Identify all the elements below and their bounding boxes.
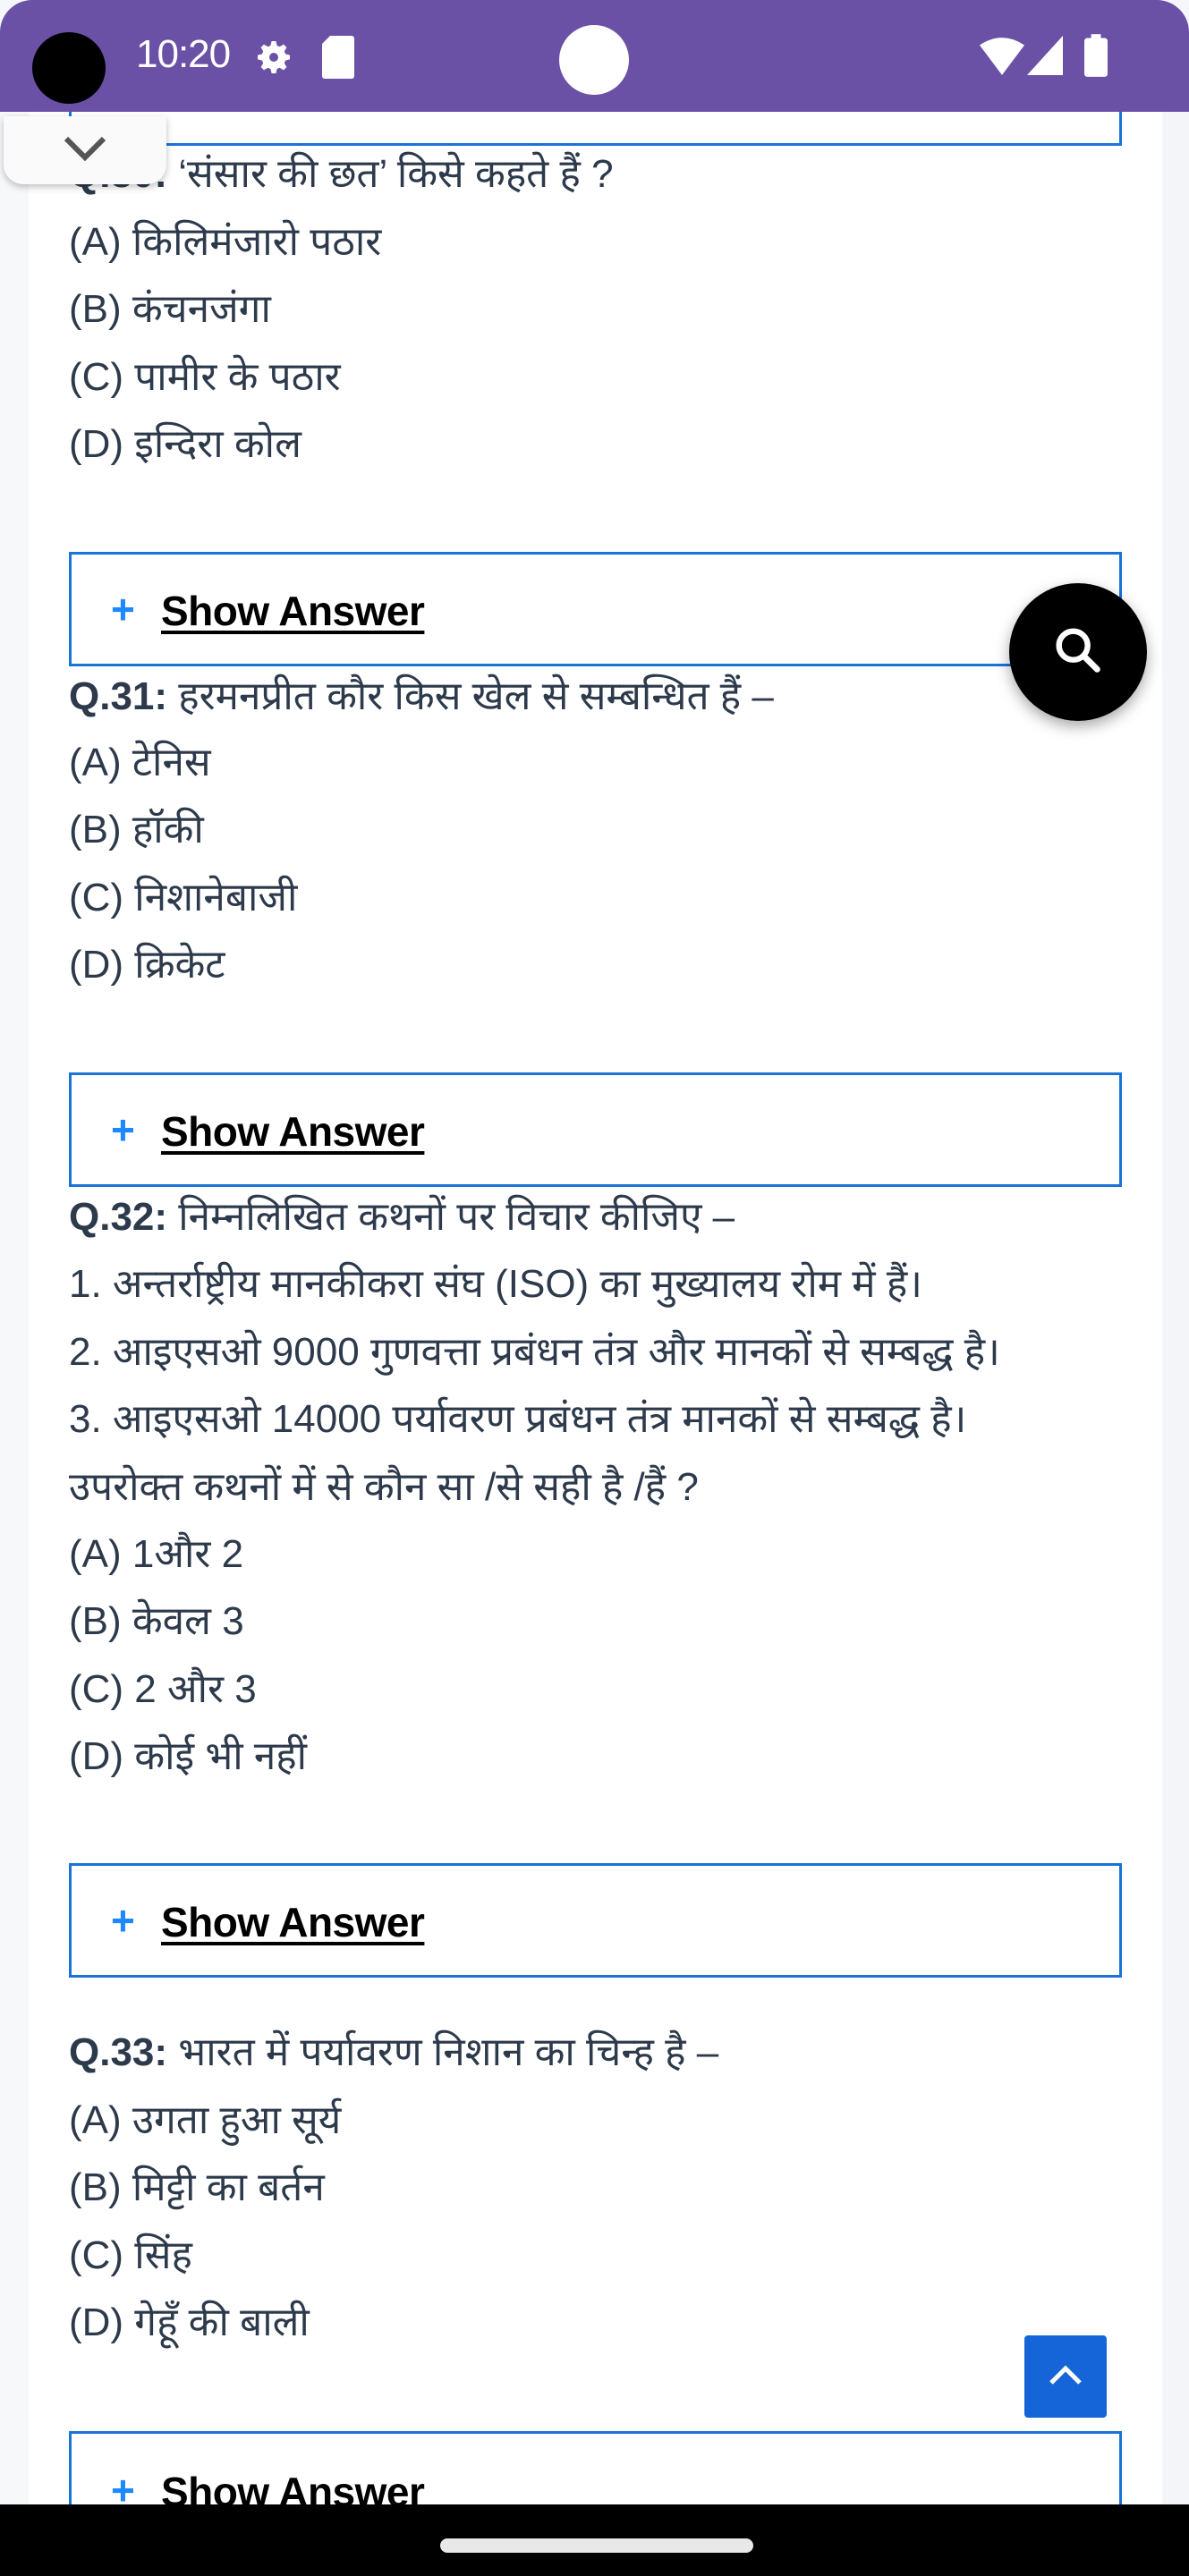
statement-3: 3. आइएसओ 14000 पर्यावरण प्रबंधन तंत्र मा…: [69, 1397, 967, 1441]
settings-gear-icon: [252, 36, 295, 83]
question-text: भारत में पर्यावरण निशान का चिन्ह है –: [178, 2030, 719, 2074]
option-b: (B) कंचनजंगा: [69, 287, 271, 331]
show-answer-link[interactable]: Show Answer: [161, 2468, 425, 2504]
question-text: निम्नलिखित कथनों पर विचार कीजिए –: [178, 1195, 735, 1239]
show-answer-box-q32[interactable]: + Show Answer: [69, 1863, 1122, 1978]
statement-1: 1. अन्तर्राष्ट्रीय मानकीकरा संघ (ISO) का…: [69, 1262, 922, 1306]
home-gesture-handle[interactable]: [440, 2538, 753, 2553]
plus-icon: +: [111, 1106, 135, 1153]
question-31: Q.31: हरमनप्रीत कौर किस खेल से सम्बन्धित…: [69, 674, 774, 721]
statement-2: 2. आइएसओ 9000 गुणवत्ता प्रबंधन तंत्र और …: [69, 1330, 1000, 1374]
plus-icon: +: [111, 2467, 135, 2504]
show-answer-link[interactable]: Show Answer: [161, 1107, 425, 1156]
option-b: (B) केवल 3: [69, 1599, 244, 1643]
collapse-toolbar-button[interactable]: [4, 116, 166, 184]
option-c: (C) सिंह: [69, 2233, 192, 2277]
question-32: Q.32: निम्नलिखित कथनों पर विचार कीजिए –: [69, 1194, 735, 1241]
camera-cutout: [32, 32, 106, 104]
cellular-signal-icon: [1027, 36, 1063, 80]
status-time: 10:20: [136, 32, 231, 76]
question-text: हरमनप्रीत कौर किस खेल से सम्बन्धित हैं –: [178, 674, 774, 718]
option-d: (D) क्रिकेट: [69, 943, 225, 987]
option-a: (A) टेनिस: [69, 741, 211, 784]
option-a: (A) 1और 2: [69, 1532, 244, 1576]
status-center-indicator: [559, 25, 629, 95]
plus-icon: +: [111, 1897, 135, 1944]
show-answer-box-q33[interactable]: + Show Answer: [69, 2431, 1122, 2504]
show-answer-box-q30[interactable]: + Show Answer: [69, 552, 1122, 666]
plus-icon: +: [111, 586, 135, 632]
question-number: Q.33:: [69, 2030, 168, 2074]
option-b: (B) मिट्टी का बर्तन: [69, 2165, 325, 2209]
sd-card-icon: [322, 36, 354, 83]
show-answer-link[interactable]: Show Answer: [161, 587, 425, 635]
status-bar: 10:20: [0, 0, 1189, 112]
option-b: (B) हॉकी: [69, 808, 204, 852]
option-a: (A) उगता हुआ सूर्य: [69, 2098, 342, 2142]
show-answer-box-q31[interactable]: + Show Answer: [69, 1072, 1122, 1187]
option-a: (A) किलिमंजारो पठार: [69, 220, 382, 264]
battery-icon: [1084, 34, 1108, 81]
option-c: (C) 2 और 3: [69, 1667, 257, 1711]
chevron-up-icon: [1046, 2361, 1085, 2393]
option-d: (D) इन्दिरा कोल: [69, 422, 301, 466]
chevron-down-icon: [61, 133, 109, 168]
question-text: ‘संसार की छत’ किसे कहते हैं ?: [178, 152, 614, 196]
quiz-page: Q.30: ‘संसार की छत’ किसे कहते हैं ? (A) …: [0, 112, 1189, 2504]
statement-prompt: उपरोक्त कथनों में से कौन सा /से सही है /…: [69, 1465, 699, 1509]
option-c: (C) पामीर के पठार: [69, 355, 341, 399]
question-33: Q.33: भारत में पर्यावरण निशान का चिन्ह ह…: [69, 2029, 718, 2077]
search-icon: [1049, 622, 1107, 683]
question-number: Q.32:: [69, 1195, 168, 1239]
show-answer-box-q29[interactable]: [69, 112, 1122, 146]
question-number: Q.31:: [69, 674, 168, 718]
scroll-to-top-button[interactable]: [1024, 2335, 1107, 2418]
search-button[interactable]: [1009, 583, 1147, 721]
option-d: (D) कोई भी नहीं: [69, 1734, 308, 1778]
wifi-icon: [980, 38, 1024, 80]
option-c: (C) निशानेबाजी: [69, 876, 298, 919]
option-d: (D) गेहूँ की बाली: [69, 2301, 310, 2344]
show-answer-link[interactable]: Show Answer: [161, 1898, 425, 1946]
